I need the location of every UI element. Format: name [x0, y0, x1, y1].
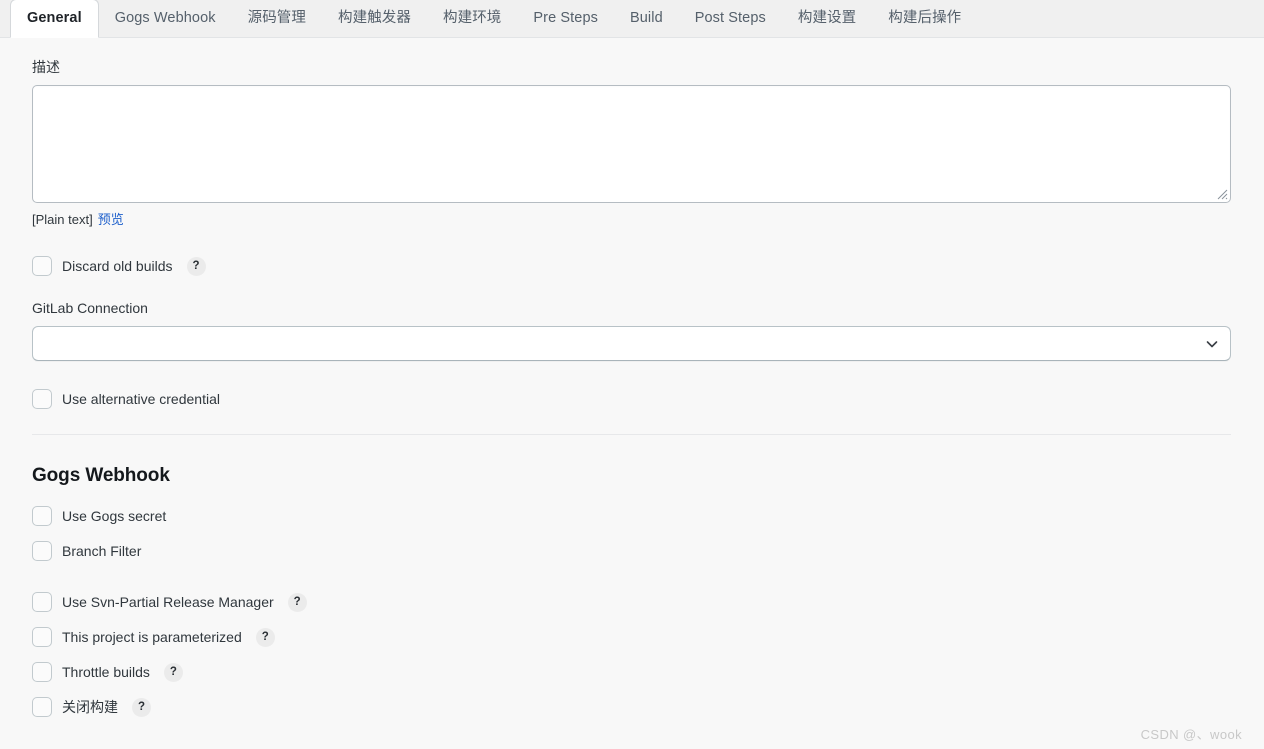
tab-label: General	[27, 10, 82, 26]
gitlab-connection-select[interactable]	[32, 326, 1231, 362]
tab-build-settings[interactable]: 构建设置	[782, 0, 872, 37]
gitlab-connection-wrapper	[32, 326, 1231, 362]
tab-post-build-actions[interactable]: 构建后操作	[872, 0, 977, 37]
branch-filter-checkbox[interactable]	[32, 541, 52, 562]
help-icon[interactable]: ?	[255, 627, 275, 647]
description-textarea-wrapper	[32, 85, 1231, 204]
markup-type-label: [Plain text]	[32, 212, 93, 228]
use-gogs-secret-checkbox[interactable]	[32, 506, 52, 527]
discard-old-builds-label[interactable]: Discard old builds	[62, 259, 173, 273]
use-alternative-credential-checkbox[interactable]	[32, 389, 52, 410]
tab-build[interactable]: Build	[614, 0, 679, 37]
project-is-parameterized-label[interactable]: This project is parameterized	[62, 630, 242, 644]
help-icon[interactable]: ?	[186, 256, 206, 276]
tab-source-management[interactable]: 源码管理	[232, 0, 322, 37]
tab-post-steps[interactable]: Post Steps	[679, 0, 782, 37]
tab-build-environment[interactable]: 构建环境	[427, 0, 517, 37]
project-is-parameterized-checkbox[interactable]	[32, 627, 52, 648]
tab-label: Gogs Webhook	[114, 10, 216, 26]
throttle-builds-checkbox[interactable]	[32, 662, 52, 683]
use-svn-partial-release-manager-label[interactable]: Use Svn-Partial Release Manager	[62, 595, 274, 609]
project-is-parameterized-row[interactable]: This project is parameterized ?	[32, 624, 1232, 650]
gogs-webhook-section-title: Gogs Webhook	[32, 465, 170, 487]
preview-link[interactable]: 预览	[98, 209, 124, 228]
use-svn-partial-release-manager-checkbox[interactable]	[32, 592, 52, 613]
description-markup-row: [Plain text] 预览	[32, 209, 1232, 228]
gitlab-connection-label: GitLab Connection	[32, 300, 148, 317]
disable-build-label[interactable]: 关闭构建	[62, 700, 118, 714]
description-label: 描述	[32, 59, 60, 75]
tab-gogs-webhook[interactable]: Gogs Webhook	[99, 0, 232, 37]
description-input[interactable]	[32, 85, 1231, 204]
tab-label: 构建后操作	[888, 10, 962, 26]
disable-build-row[interactable]: 关闭构建 ?	[32, 694, 1232, 720]
tab-label: 构建设置	[797, 10, 857, 26]
branch-filter-label[interactable]: Branch Filter	[62, 544, 141, 558]
help-icon[interactable]: ?	[163, 662, 183, 682]
tab-bar: General Gogs Webhook 源码管理 构建触发器 构建环境 Pre…	[0, 0, 1264, 38]
tab-label: 构建环境	[443, 10, 502, 26]
tab-general[interactable]: General	[10, 0, 99, 38]
discard-old-builds-row[interactable]: Discard old builds ?	[32, 253, 1232, 279]
help-icon[interactable]: ?	[287, 592, 307, 612]
discard-old-builds-checkbox[interactable]	[32, 256, 52, 277]
tab-label: Build	[629, 10, 663, 26]
tab-label: 构建触发器	[338, 10, 411, 26]
tab-label: Post Steps	[694, 10, 766, 26]
use-alternative-credential-label[interactable]: Use alternative credential	[62, 392, 220, 406]
throttle-builds-row[interactable]: Throttle builds ?	[32, 659, 1232, 685]
use-svn-partial-release-manager-row[interactable]: Use Svn-Partial Release Manager ?	[32, 589, 1232, 615]
use-gogs-secret-row[interactable]: Use Gogs secret	[32, 503, 1232, 529]
use-gogs-secret-label[interactable]: Use Gogs secret	[62, 509, 166, 523]
disable-build-checkbox[interactable]	[32, 697, 52, 718]
throttle-builds-label[interactable]: Throttle builds	[62, 665, 150, 679]
help-icon[interactable]: ?	[132, 697, 151, 717]
tab-pre-steps[interactable]: Pre Steps	[517, 0, 614, 37]
general-settings-panel: 描述 [Plain text] 预览 Discard old builds ? …	[0, 38, 1264, 749]
use-alternative-credential-row[interactable]: Use alternative credential	[32, 386, 1232, 412]
tab-build-triggers[interactable]: 构建触发器	[322, 0, 427, 37]
branch-filter-row[interactable]: Branch Filter	[32, 538, 1232, 564]
watermark: CSDN @、wook	[1140, 727, 1242, 742]
tab-label: Pre Steps	[533, 10, 598, 26]
section-divider	[32, 434, 1231, 436]
tab-label: 源码管理	[247, 10, 306, 26]
